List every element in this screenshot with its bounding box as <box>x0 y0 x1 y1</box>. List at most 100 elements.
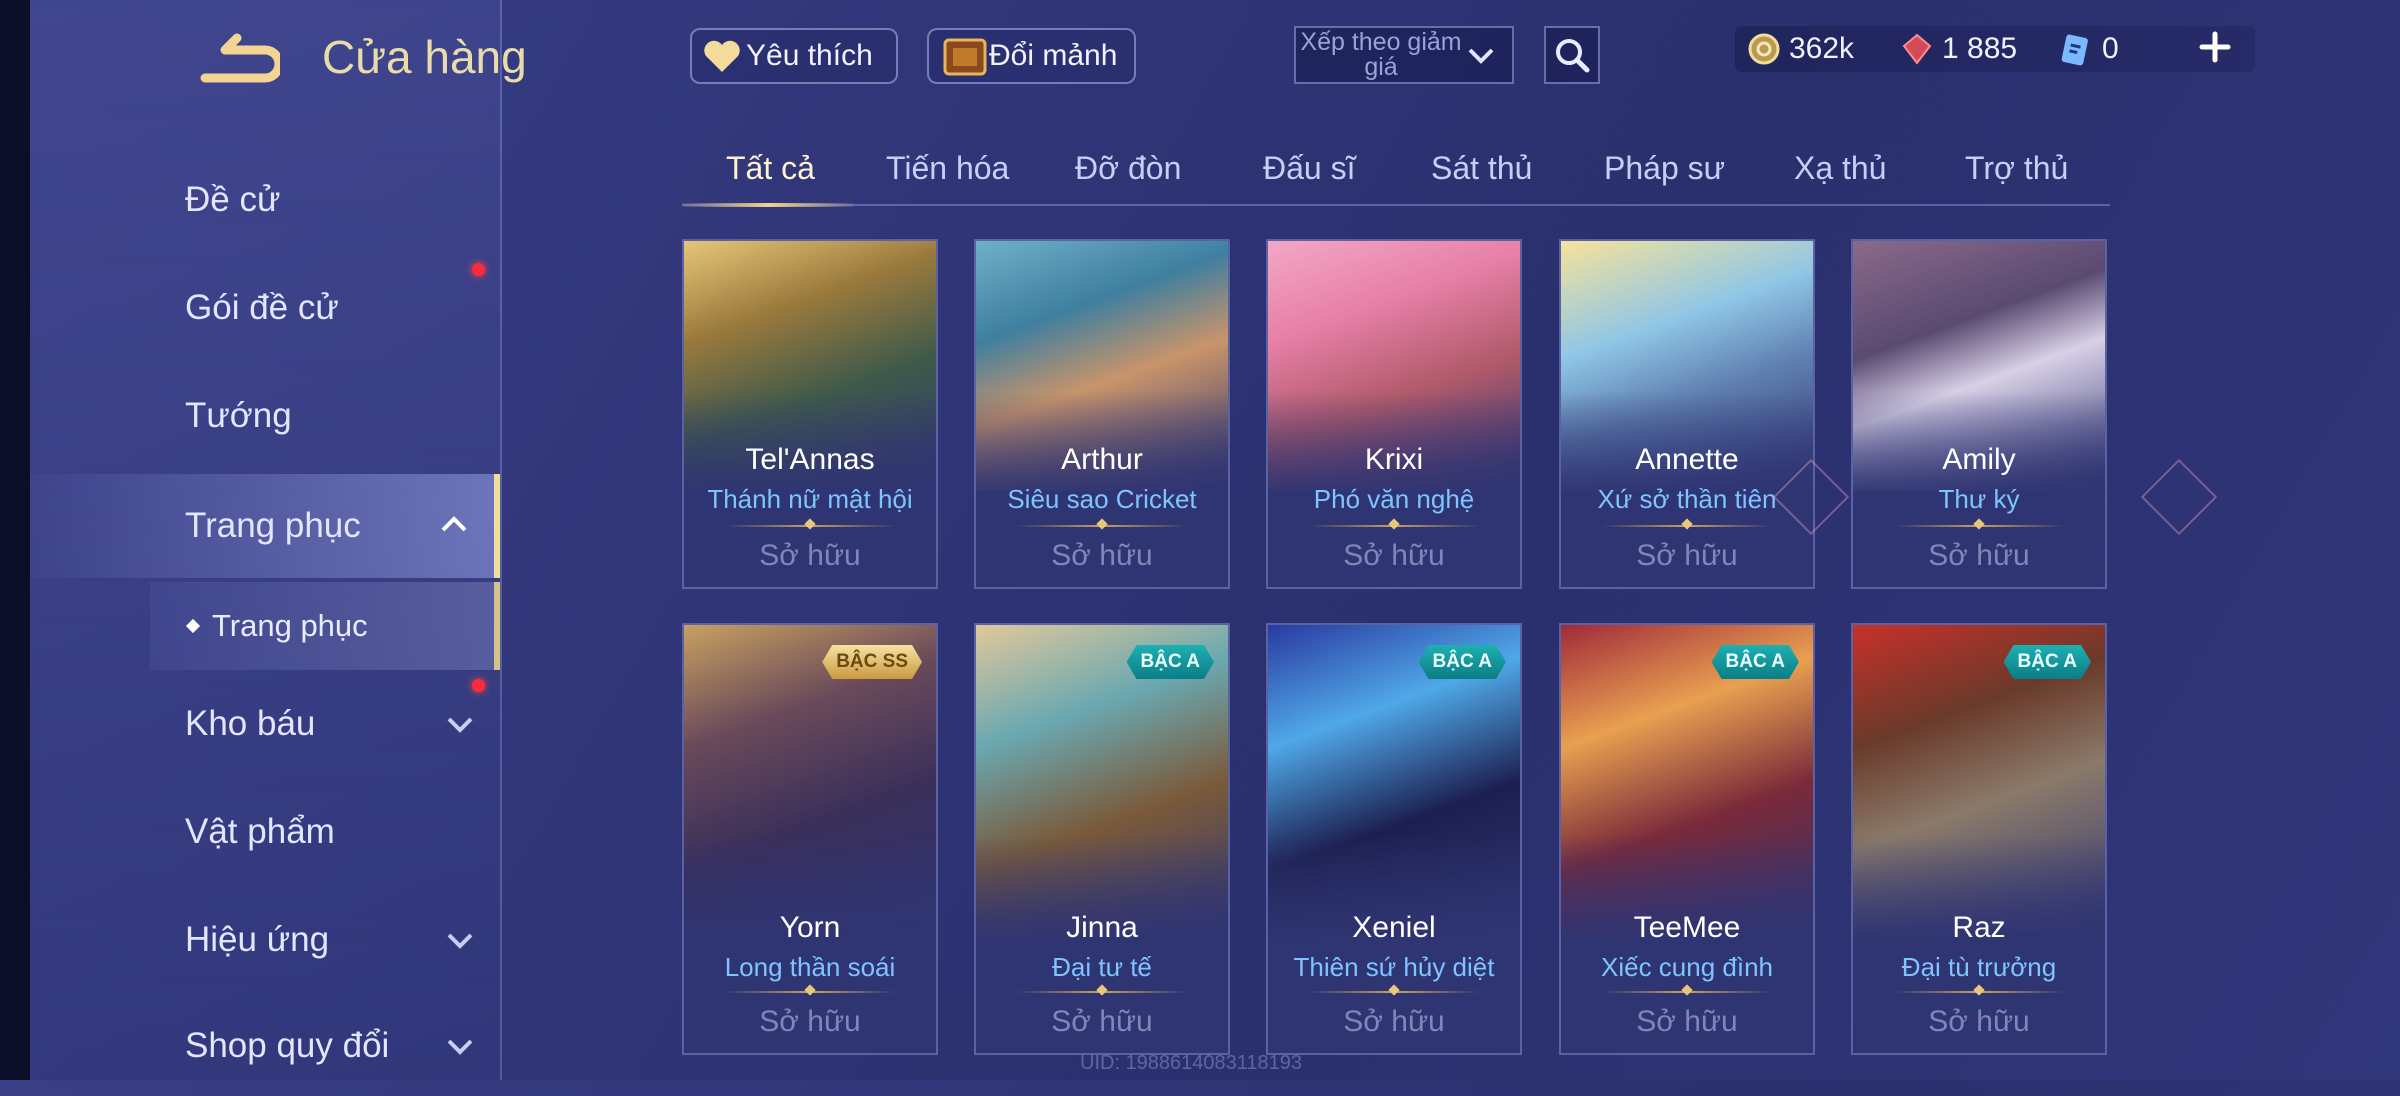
voucher-currency: 0 <box>2058 26 2119 72</box>
ownership-status: Sở hữu <box>1343 539 1445 572</box>
sidebar-item-goi-de-cu[interactable]: Gói đề cử <box>30 258 500 358</box>
tier-badge: BẬC A <box>2004 645 2091 679</box>
active-tab-indicator <box>682 203 854 207</box>
skin-card[interactable]: BẬC A Jinna Đại tư tế Sở hữu <box>974 623 1230 1055</box>
ownership-status: Sở hữu <box>1636 539 1738 572</box>
gold-coin-icon <box>1748 33 1780 65</box>
skin-card[interactable]: Tel'Annas Thánh nữ mật hội Sở hữu <box>682 239 938 589</box>
back-button[interactable] <box>185 30 284 90</box>
heart-icon <box>704 40 740 72</box>
tab-xa-thu[interactable]: Xạ thủ <box>1794 150 1887 187</box>
hero-name: Tel'Annas <box>745 443 875 476</box>
sidebar-item-de-cu[interactable]: Đề cử <box>30 150 500 250</box>
sidebar-subitem-label: Trang phục <box>212 608 368 643</box>
sidebar-item-kho-bau[interactable]: Kho báu <box>30 674 500 774</box>
ownership-status: Sở hữu <box>1051 1005 1153 1038</box>
divider <box>1893 991 2065 993</box>
hero-name: TeeMee <box>1633 911 1741 944</box>
user-id-watermark: UID: 1988614083118193 <box>1080 1052 1303 1074</box>
sidebar-item-hieu-ung[interactable]: Hiệu ứng <box>30 890 500 990</box>
exchange-fragments-button[interactable]: Đổi mảnh <box>927 28 1136 84</box>
sidebar-item-label: Gói đề cử <box>185 288 339 327</box>
skin-card[interactable]: Arthur Siêu sao Cricket Sở hữu <box>974 239 1230 589</box>
skin-card[interactable]: BẬC A Raz Đại tù trưởng Sở hữu <box>1851 623 2107 1055</box>
sort-dropdown[interactable]: Xếp theo giảm giá <box>1294 26 1514 84</box>
gold-value: 362k <box>1789 32 1855 65</box>
sidebar-item-label: Hiệu ứng <box>185 920 330 959</box>
skin-card[interactable]: BẬC A TeeMee Xiếc cung đình Sở hữu <box>1559 623 1815 1055</box>
skin-name: Long thần soái <box>724 952 896 982</box>
bullet-icon <box>185 618 201 634</box>
skin-card[interactable]: BẬC A Xeniel Thiên sứ hủy diệt Sở hữu <box>1266 623 1522 1055</box>
hero-name: Raz <box>1952 911 2006 944</box>
tab-tien-hoa[interactable]: Tiến hóa <box>886 150 1009 187</box>
notification-dot <box>472 679 485 692</box>
exchange-label: Đổi mảnh <box>989 39 1118 72</box>
sidebar-item-label: Tướng <box>185 396 292 435</box>
add-currency-button[interactable] <box>2198 30 2232 64</box>
skin-name: Phó văn nghệ <box>1313 484 1475 514</box>
divider <box>724 991 896 993</box>
tab-tat-ca[interactable]: Tất cả <box>726 150 815 187</box>
sidebar-item-tuong[interactable]: Tướng <box>30 366 500 466</box>
chevron-down-icon <box>447 1039 473 1055</box>
sidebar-item-trang-phuc[interactable]: Trang phục <box>30 474 500 578</box>
tier-badge: BẬC A <box>1712 645 1799 679</box>
chevron-down-icon <box>1468 48 1494 64</box>
hero-name: Arthur <box>1061 443 1143 476</box>
tab-sat-thu[interactable]: Sát thủ <box>1431 150 1532 187</box>
skin-card[interactable]: BẬC SS Yorn Long thần soái Sở hữu <box>682 623 938 1055</box>
sidebar-item-vat-pham[interactable]: Vật phẩm <box>30 782 500 882</box>
chevron-up-icon <box>441 516 467 532</box>
tab-do-don[interactable]: Đỡ đòn <box>1075 150 1181 187</box>
gold-currency: 362k <box>1747 26 1854 72</box>
skin-card[interactable]: Amily Thư ký Sở hữu <box>1851 239 2107 589</box>
favorite-button[interactable]: Yêu thích <box>690 28 898 84</box>
divider <box>1601 991 1773 993</box>
screen-edge <box>0 0 30 1080</box>
skin-name: Đại tư tế <box>1052 952 1152 982</box>
skin-name: Thiên sứ hủy diệt <box>1293 952 1495 982</box>
tab-phap-su[interactable]: Pháp sư <box>1604 150 1725 187</box>
ownership-status: Sở hữu <box>1343 1005 1445 1038</box>
divider <box>1893 525 2065 527</box>
skin-name: Siêu sao Cricket <box>1007 484 1197 514</box>
sidebar-subitem-trang-phuc[interactable]: Trang phục <box>150 582 500 670</box>
tab-dau-si[interactable]: Đấu sĩ <box>1263 150 1355 187</box>
chevron-down-icon <box>447 717 473 733</box>
sidebar-item-label: Đề cử <box>185 180 281 219</box>
skin-card[interactable]: Annette Xứ sở thần tiên Sở hữu <box>1559 239 1815 589</box>
search-icon <box>1556 39 1590 73</box>
skin-name: Thánh nữ mật hội <box>707 484 913 514</box>
sidebar-item-shop-quy-doi[interactable]: Shop quy đổi <box>30 996 500 1096</box>
sidebar-item-label: Trang phục <box>185 506 361 545</box>
hero-name: Jinna <box>1066 911 1138 944</box>
favorite-label: Yêu thích <box>746 39 873 72</box>
sidebar-item-label: Shop quy đổi <box>185 1026 390 1065</box>
ownership-status: Sở hữu <box>1928 539 2030 572</box>
ownership-status: Sở hữu <box>759 539 861 572</box>
sidebar-item-label: Kho báu <box>185 704 316 743</box>
divider <box>1016 525 1188 527</box>
skin-name: Thư ký <box>1938 484 2020 514</box>
search-button[interactable] <box>1544 26 1600 84</box>
sidebar-item-label: Vật phẩm <box>185 812 335 851</box>
tab-tro-thu[interactable]: Trợ thủ <box>1965 150 2068 187</box>
tier-badge: BẬC A <box>1419 645 1506 679</box>
divider <box>1308 525 1480 527</box>
skin-name: Đại tù trưởng <box>1901 952 2057 982</box>
voucher-icon <box>2061 34 2088 66</box>
ownership-status: Sở hữu <box>1636 1005 1738 1038</box>
divider <box>1308 991 1480 993</box>
divider <box>724 525 896 527</box>
ownership-status: Sở hữu <box>759 1005 861 1038</box>
hero-name: Krixi <box>1364 443 1424 476</box>
hero-name: Annette <box>1635 443 1739 476</box>
tier-badge: BẬC A <box>1127 645 1214 679</box>
sort-label: Xếp theo giảm giá <box>1300 28 1462 81</box>
ownership-status: Sở hữu <box>1051 539 1153 572</box>
skin-name: Xiếc cung đình <box>1600 952 1773 982</box>
gem-currency: 1 885 <box>1900 26 2017 72</box>
skin-card[interactable]: Krixi Phó văn nghệ Sở hữu <box>1266 239 1522 589</box>
gem-value: 1 885 <box>1942 32 2018 65</box>
